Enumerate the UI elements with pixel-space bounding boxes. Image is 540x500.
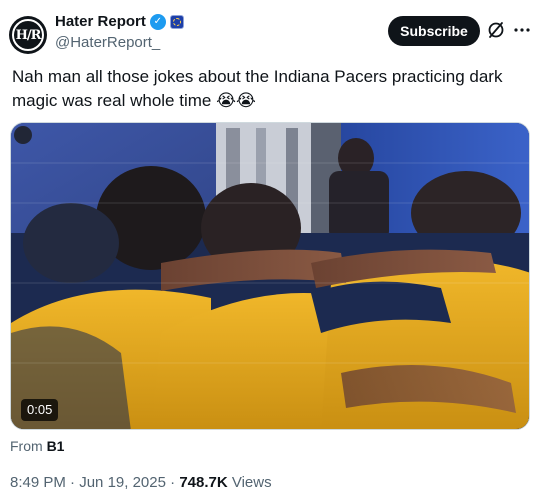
views-label: Views	[227, 474, 272, 491]
video-player[interactable]	[10, 122, 530, 430]
tweet-text: Nah man all those jokes about the Indian…	[12, 67, 503, 110]
media-source-row: From B1	[10, 438, 64, 454]
tweet-header: H∕R Hater Report ✓ @HaterReport_ Subscri…	[0, 0, 540, 70]
author-handle[interactable]: @HaterReport_	[55, 34, 160, 51]
tweet-meta: 8:49 PM · Jun 19, 2025 · 748.7K Views	[10, 474, 272, 491]
author-name-row: Hater Report ✓	[55, 13, 184, 30]
from-label: From	[10, 438, 43, 454]
video-duration-badge: 0:05	[21, 399, 59, 421]
meta-separator: ·	[165, 474, 180, 491]
verified-badge-icon: ✓	[149, 13, 166, 30]
grok-icon[interactable]	[486, 20, 506, 40]
more-icon[interactable]	[512, 20, 532, 40]
affiliation-badge-icon[interactable]	[169, 14, 184, 29]
media-source-link[interactable]: B1	[47, 438, 65, 454]
avatar[interactable]: H∕R	[9, 16, 47, 54]
author-display-name[interactable]: Hater Report	[55, 13, 146, 30]
tweet-time[interactable]: 8:49 PM	[10, 474, 66, 491]
views-count: 748.7K	[179, 474, 228, 491]
meta-separator: ·	[65, 474, 80, 491]
subscribe-button[interactable]: Subscribe	[388, 16, 480, 46]
tweet-date[interactable]: Jun 19, 2025	[79, 474, 166, 491]
avatar-logo: H∕R	[12, 19, 44, 51]
video-frame	[11, 123, 529, 429]
